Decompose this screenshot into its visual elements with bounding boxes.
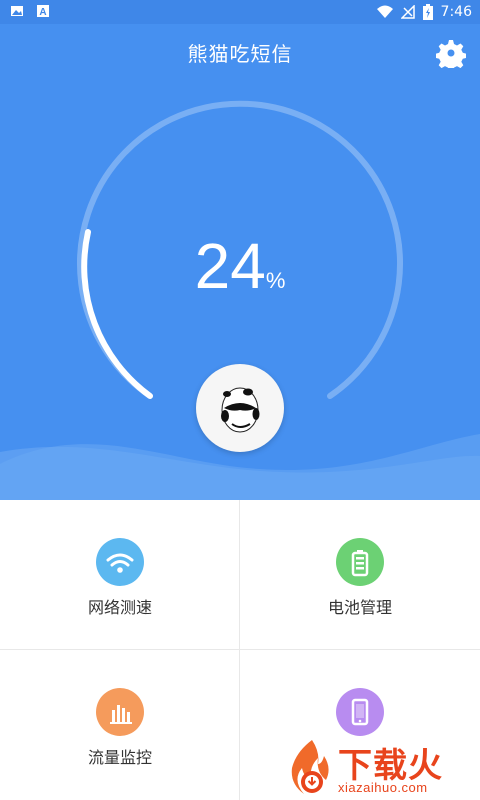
phone-icon xyxy=(336,688,384,736)
battery-manage-label: 电池管理 xyxy=(327,598,392,617)
signal-icon xyxy=(400,5,415,19)
bar-chart-icon xyxy=(96,688,144,736)
status-right: 7:46 xyxy=(376,3,472,21)
watermark: 下载火 xiazaihuo.com xyxy=(282,738,478,798)
wifi-icon xyxy=(96,538,144,586)
data-monitor-tile[interactable]: 流量监控 xyxy=(0,650,240,800)
status-time: 7:46 xyxy=(440,4,472,20)
image-icon xyxy=(11,6,23,16)
gauge-unit: % xyxy=(265,268,286,293)
network-speed-tile[interactable]: 网络测速 xyxy=(0,500,240,650)
network-speed-label: 网络测速 xyxy=(87,598,152,617)
panda-icon xyxy=(221,387,260,433)
battery-manage-tile[interactable]: 电池管理 xyxy=(240,500,480,650)
app-title: 熊猫吃短信 xyxy=(187,42,293,66)
panda-button[interactable] xyxy=(196,364,284,452)
battery-icon xyxy=(336,538,384,586)
data-monitor-label: 流量监控 xyxy=(87,748,152,767)
gauge-value: 24 xyxy=(194,230,266,302)
watermark-domain: xiazaihuo.com xyxy=(338,780,428,795)
gauge-readout: 24% xyxy=(0,229,480,303)
flame-logo-icon xyxy=(291,740,329,794)
svg-text:A: A xyxy=(39,7,46,18)
battery-icon xyxy=(422,4,433,20)
wifi-icon xyxy=(376,5,393,18)
status-left: A xyxy=(10,4,50,18)
status-bar: A 7:46 xyxy=(0,0,480,24)
a-icon: A xyxy=(37,5,49,18)
hero-panel: 熊猫吃短信 24% xyxy=(0,24,480,500)
gear-icon[interactable] xyxy=(436,38,466,68)
